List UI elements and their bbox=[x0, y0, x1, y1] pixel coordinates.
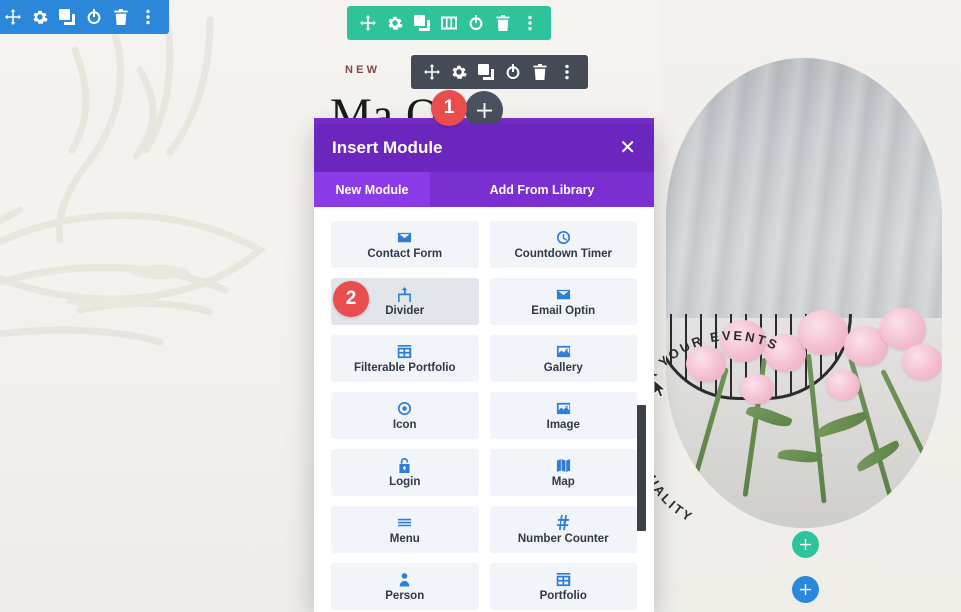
envelope-icon bbox=[556, 287, 571, 302]
add-row-button[interactable] bbox=[792, 531, 819, 558]
clock-icon bbox=[556, 230, 571, 245]
more-options-icon[interactable] bbox=[140, 9, 156, 25]
module-tile-label: Gallery bbox=[543, 361, 583, 374]
module-tile-gallery[interactable]: Gallery bbox=[489, 335, 637, 382]
hash-icon bbox=[556, 514, 571, 530]
module-tile-label: Countdown Timer bbox=[514, 247, 613, 260]
module-toolbar[interactable] bbox=[411, 55, 588, 89]
module-tile-image[interactable]: Image bbox=[489, 392, 637, 439]
hero-photo bbox=[666, 58, 942, 528]
columns-icon[interactable] bbox=[441, 15, 457, 31]
module-tile-label: Portfolio bbox=[539, 589, 587, 602]
module-tile-label: Icon bbox=[392, 418, 417, 431]
module-tile-label: Number Counter bbox=[517, 532, 609, 545]
trash-icon[interactable] bbox=[495, 15, 511, 31]
module-tile-person[interactable]: Person bbox=[331, 563, 479, 610]
duplicate-icon[interactable] bbox=[59, 9, 75, 25]
module-tile-label: Map bbox=[551, 475, 575, 488]
plus-icon bbox=[800, 584, 811, 595]
divider-icon bbox=[397, 286, 412, 302]
module-tile-number-counter[interactable]: Number Counter bbox=[489, 506, 637, 553]
trash-icon[interactable] bbox=[113, 9, 129, 25]
module-tile-countdown-timer[interactable]: Countdown Timer bbox=[489, 221, 637, 268]
target-icon bbox=[397, 401, 412, 416]
module-tile-label: Filterable Portfolio bbox=[353, 361, 456, 374]
module-tile-icon[interactable]: Icon bbox=[331, 392, 479, 439]
power-icon[interactable] bbox=[505, 64, 521, 80]
section-toolbar[interactable] bbox=[0, 0, 169, 34]
close-icon[interactable]: ✕ bbox=[619, 138, 636, 158]
power-icon[interactable] bbox=[86, 9, 102, 25]
module-tile-portfolio[interactable]: Portfolio bbox=[489, 563, 637, 610]
more-options-icon[interactable] bbox=[522, 15, 538, 31]
module-tile-label: Menu bbox=[389, 532, 420, 545]
trash-icon[interactable] bbox=[532, 64, 548, 80]
grid-icon bbox=[556, 572, 571, 587]
step-badge-2: 2 bbox=[333, 281, 369, 317]
module-list: Contact Form Countdown Timer Divider Email … bbox=[331, 221, 637, 610]
insert-module-modal: Insert Module ✕ New Module Add From Libr… bbox=[314, 124, 654, 612]
move-icon[interactable] bbox=[5, 9, 21, 25]
module-tile-map[interactable]: Map bbox=[489, 449, 637, 496]
person-icon bbox=[397, 572, 412, 587]
gear-icon[interactable] bbox=[387, 15, 403, 31]
photo-icon bbox=[556, 401, 571, 416]
gear-icon[interactable] bbox=[32, 9, 48, 25]
lock-icon bbox=[397, 457, 412, 473]
more-options-icon[interactable] bbox=[559, 64, 575, 80]
modal-body: Contact Form Countdown Timer Divider Email … bbox=[314, 207, 654, 612]
module-tile-label: Divider bbox=[385, 304, 425, 317]
module-tile-label: Contact Form bbox=[367, 247, 443, 260]
power-icon[interactable] bbox=[468, 15, 484, 31]
row-toolbar[interactable] bbox=[347, 6, 551, 40]
plus-icon bbox=[800, 539, 811, 550]
module-tile-label: Email Optin bbox=[531, 304, 596, 317]
step-badge-1: 1 bbox=[431, 90, 467, 126]
modal-scrollbar-track[interactable] bbox=[637, 207, 650, 612]
hamburger-icon bbox=[397, 515, 412, 530]
photo-icon bbox=[556, 344, 571, 359]
module-tile-login[interactable]: Login bbox=[331, 449, 479, 496]
module-tile-menu[interactable]: Menu bbox=[331, 506, 479, 553]
module-tile-email-optin[interactable]: Email Optin bbox=[489, 278, 637, 325]
module-tile-label: Person bbox=[385, 589, 425, 602]
modal-header: Insert Module ✕ bbox=[314, 124, 654, 172]
editor-canvas: NEW Ma Our FOR YOUR EVENTS bbox=[0, 0, 961, 612]
tab-new-module[interactable]: New Module bbox=[314, 172, 430, 207]
module-tile-filterable-portfolio[interactable]: Filterable Portfolio bbox=[331, 335, 479, 382]
modal-title: Insert Module bbox=[332, 138, 443, 157]
map-icon bbox=[556, 458, 571, 473]
modal-tabs: New Module Add From Library bbox=[314, 172, 654, 207]
module-tile-contact-form[interactable]: Contact Form bbox=[331, 221, 479, 268]
envelope-icon bbox=[397, 230, 412, 245]
add-section-button[interactable] bbox=[792, 576, 819, 603]
grid-icon bbox=[397, 344, 412, 359]
tab-add-from-library[interactable]: Add From Library bbox=[430, 172, 654, 207]
eyebrow-text: NEW bbox=[345, 64, 381, 76]
duplicate-icon[interactable] bbox=[478, 64, 494, 80]
duplicate-icon[interactable] bbox=[414, 15, 430, 31]
modal-scrollbar-thumb[interactable] bbox=[637, 405, 646, 531]
move-icon[interactable] bbox=[424, 64, 440, 80]
module-tile-label: Login bbox=[389, 475, 421, 488]
move-icon[interactable] bbox=[360, 15, 376, 31]
gear-icon[interactable] bbox=[451, 64, 467, 80]
module-tile-label: Image bbox=[546, 418, 580, 431]
plus-icon bbox=[476, 102, 492, 118]
